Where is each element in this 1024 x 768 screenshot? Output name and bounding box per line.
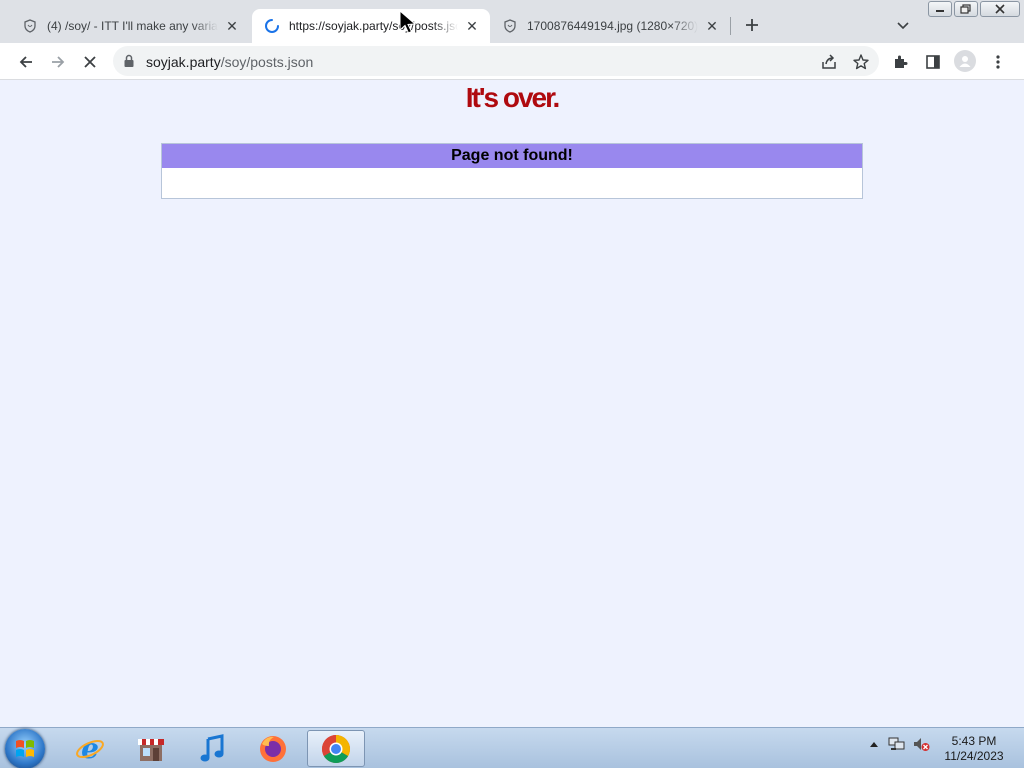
share-icon: [822, 54, 836, 69]
system-tray: [868, 736, 930, 752]
clock[interactable]: 5:43 PM 11/24/2023: [936, 734, 1012, 764]
page-content: It's over. Page not found!: [0, 81, 1024, 727]
share-button[interactable]: [820, 53, 838, 71]
taskbar: e 5:43 PM 11/24/2023: [0, 727, 1024, 768]
mouse-cursor-icon: [398, 9, 420, 36]
plus-icon: [746, 19, 758, 31]
url-path: /soy/posts.json: [220, 54, 314, 70]
back-button[interactable]: [17, 53, 35, 71]
svg-text:e: e: [81, 734, 99, 764]
internet-explorer-icon: e: [76, 734, 104, 764]
store-taskbar-button[interactable]: [122, 730, 180, 767]
loading-spinner-icon: [264, 18, 280, 34]
shield-icon: [22, 18, 38, 34]
bookmark-button[interactable]: [852, 53, 870, 71]
tab-title: 1700876449194.jpg (1280×720): [527, 19, 698, 33]
tab-separator: [730, 17, 731, 35]
clock-time: 5:43 PM: [951, 734, 997, 748]
tab-search-button[interactable]: [895, 17, 911, 33]
chrome-icon: [322, 734, 350, 763]
tab-title: (4) /soy/ - ITT I'll make any variant: [47, 19, 218, 33]
tab-jpg-image[interactable]: 1700876449194.jpg (1280×720) ✕: [490, 9, 730, 43]
shield-icon: [502, 18, 518, 34]
tab-title: https://soyjak.party/soy/posts.json: [289, 19, 458, 33]
music-icon: [200, 733, 224, 761]
stop-icon: [84, 56, 96, 68]
close-icon[interactable]: ✕: [224, 18, 240, 34]
clock-date: 11/24/2023: [944, 749, 1004, 763]
lock-icon[interactable]: [123, 54, 137, 68]
menu-button[interactable]: [989, 53, 1007, 71]
network-icon[interactable]: [888, 736, 906, 752]
chevron-up-icon: [870, 742, 878, 747]
close-window-button[interactable]: [980, 1, 1020, 17]
windows-logo-icon: [16, 740, 34, 757]
minimize-button[interactable]: [928, 1, 952, 17]
chevron-down-icon: [897, 22, 909, 30]
profile-avatar[interactable]: [954, 50, 976, 72]
close-icon[interactable]: ✕: [464, 18, 480, 34]
firefox-taskbar-button[interactable]: [244, 730, 302, 767]
url-host: soyjak.party: [146, 54, 221, 70]
volume-muted-icon[interactable]: [912, 736, 930, 752]
forward-button[interactable]: [49, 53, 67, 71]
close-icon: [995, 4, 1005, 14]
more-vert-icon: [996, 55, 1000, 69]
extensions-button[interactable]: [892, 53, 910, 71]
internet-explorer-taskbar-button[interactable]: e: [61, 730, 119, 767]
error-header: Page not found!: [162, 144, 862, 168]
tab-soy-thread[interactable]: (4) /soy/ - ITT I'll make any variant ✕: [0, 9, 250, 43]
chrome-taskbar-button[interactable]: [307, 730, 365, 767]
back-arrow-icon: [19, 56, 32, 68]
forward-arrow-icon: [52, 56, 65, 68]
firefox-icon: [260, 735, 286, 762]
new-tab-button[interactable]: [742, 15, 762, 35]
error-box: Page not found!: [161, 143, 863, 199]
minimize-icon: [936, 10, 944, 12]
page-title: It's over.: [465, 82, 561, 113]
url-text: soyjak.party/soy/posts.json: [146, 54, 313, 70]
window-controls: [926, 1, 1020, 17]
stop-loading-button[interactable]: [81, 53, 99, 71]
tab-posts-json[interactable]: https://soyjak.party/soy/posts.json ✕: [252, 9, 490, 43]
side-panel-button[interactable]: [924, 53, 942, 71]
start-button[interactable]: [5, 729, 45, 768]
restore-button[interactable]: [954, 1, 978, 17]
show-hidden-icons-button[interactable]: [868, 738, 880, 750]
star-icon: [853, 54, 869, 70]
music-taskbar-button[interactable]: [183, 730, 241, 767]
puzzle-icon: [895, 55, 908, 68]
address-bar[interactable]: soyjak.party/soy/posts.json: [113, 46, 879, 76]
close-icon[interactable]: ✕: [704, 18, 720, 34]
browser-toolbar: soyjak.party/soy/posts.json: [0, 43, 1024, 80]
tab-strip: (4) /soy/ - ITT I'll make any variant ✕ …: [0, 0, 1024, 43]
store-icon: [138, 738, 164, 761]
person-icon: [959, 56, 971, 67]
side-panel-icon: [926, 55, 940, 69]
restore-icon: [960, 4, 971, 14]
